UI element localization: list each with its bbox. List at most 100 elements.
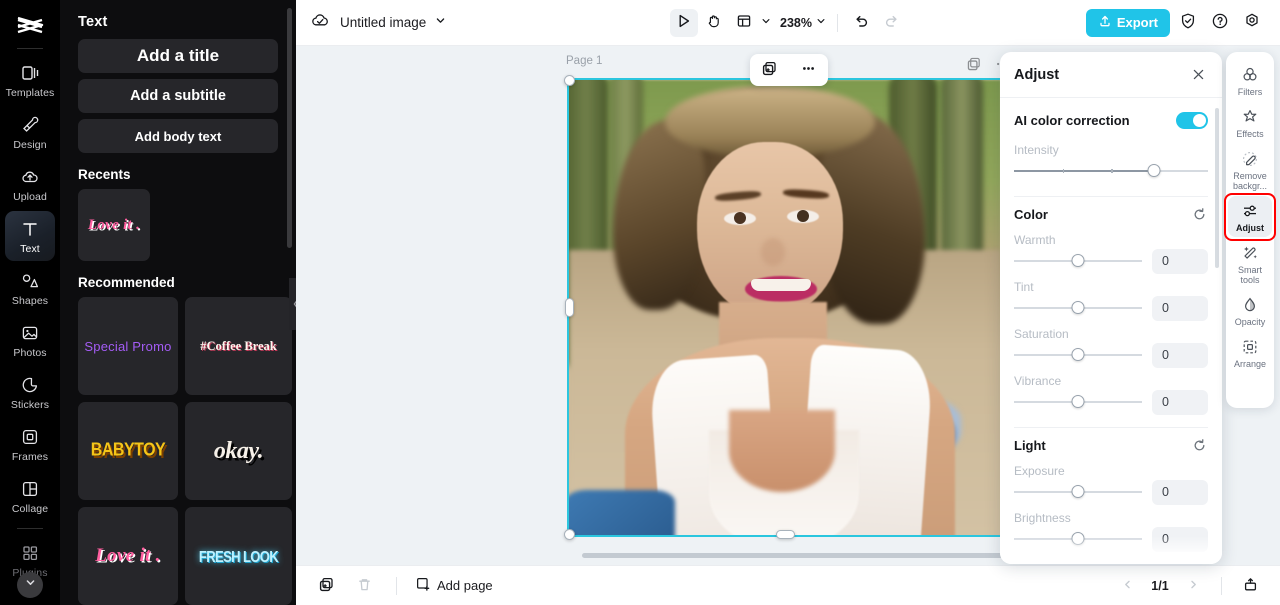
capcut-logo[interactable]: [10, 9, 50, 43]
next-page-button[interactable]: [1179, 572, 1207, 600]
rail-collapse-button[interactable]: [17, 572, 43, 598]
recommended-item[interactable]: Love it .: [78, 507, 178, 605]
chevron-down-icon[interactable]: [434, 14, 447, 32]
vibrance-value[interactable]: 0: [1152, 389, 1208, 415]
sidebar-item-design[interactable]: Design: [5, 107, 55, 157]
brightness-slider[interactable]: [1014, 532, 1142, 546]
exposure-slider[interactable]: [1014, 485, 1142, 499]
text-icon: [19, 218, 41, 240]
recent-text-item[interactable]: Love it .: [78, 189, 150, 261]
panel-collapse-handle[interactable]: [289, 278, 296, 330]
color-group-header: Color: [1014, 201, 1208, 227]
recommended-item[interactable]: okay.: [185, 402, 292, 500]
recommended-item[interactable]: FRESH LOOK: [185, 507, 292, 605]
add-title-button[interactable]: Add a title: [78, 39, 278, 73]
reset-icon[interactable]: [1190, 205, 1208, 223]
saturation-slider[interactable]: [1014, 348, 1142, 362]
shield-check-icon: [1179, 12, 1197, 33]
export-page-button[interactable]: [1236, 572, 1264, 600]
resize-handle-bottom[interactable]: [776, 530, 795, 539]
hand-icon: [706, 13, 722, 32]
add-subtitle-button[interactable]: Add a subtitle: [78, 79, 278, 113]
intensity-slider[interactable]: [1014, 164, 1208, 178]
export-button[interactable]: Export: [1085, 8, 1170, 37]
opacity-drop-icon: [1240, 295, 1260, 315]
brightness-label: Brightness: [1014, 511, 1071, 525]
sidebar-label: Design: [13, 139, 47, 151]
select-tool-button[interactable]: [670, 8, 699, 37]
shield-check-button[interactable]: [1174, 9, 1202, 37]
add-body-text-button[interactable]: Add body text: [78, 119, 278, 153]
artboard-image[interactable]: [567, 78, 1003, 537]
document-name[interactable]: Untitled image: [340, 15, 426, 30]
recommended-heading: Recommended: [78, 275, 175, 290]
zoom-control[interactable]: 238%: [780, 14, 827, 32]
sidebar-item-stickers[interactable]: Stickers: [5, 367, 55, 417]
more-options-button[interactable]: [797, 58, 821, 82]
warmth-slider-row: 0: [1014, 248, 1208, 274]
tool-label: Effects: [1236, 129, 1264, 139]
help-button[interactable]: [1206, 9, 1234, 37]
light-group-title: Light: [1014, 437, 1046, 453]
undo-button[interactable]: [848, 9, 876, 37]
saturation-value[interactable]: 0: [1152, 342, 1208, 368]
sidebar-item-frames[interactable]: Frames: [5, 419, 55, 469]
redo-button[interactable]: [878, 9, 906, 37]
tool-adjust[interactable]: Adjust: [1224, 193, 1276, 241]
tool-label: Adjust: [1236, 223, 1264, 233]
add-page-button[interactable]: Add page: [415, 576, 493, 595]
exposure-value[interactable]: 0: [1152, 479, 1208, 505]
tool-smart-tools[interactable]: Smart tools: [1228, 238, 1272, 289]
resize-handle-bottom-left[interactable]: [564, 529, 575, 540]
sidebar-item-templates[interactable]: Templates: [5, 55, 55, 105]
recommended-item[interactable]: Special Promo: [78, 297, 178, 395]
hand-tool-button[interactable]: [700, 9, 728, 37]
filters-icon: [1240, 65, 1260, 85]
brightness-slider-row: 0: [1014, 526, 1208, 552]
recent-item-label: Love it .: [87, 216, 141, 233]
layout-tool-button[interactable]: [730, 9, 758, 37]
duplicate-icon[interactable]: [966, 56, 982, 77]
close-icon[interactable]: [1188, 65, 1208, 85]
duplicate-object-button[interactable]: [758, 58, 782, 82]
resize-handle-left[interactable]: [565, 298, 574, 317]
warmth-slider[interactable]: [1014, 254, 1142, 268]
reset-icon[interactable]: [1190, 436, 1208, 454]
sidebar-item-collage[interactable]: Collage: [5, 471, 55, 521]
resize-handle-top-left[interactable]: [564, 75, 575, 86]
settings-button[interactable]: [1238, 9, 1266, 37]
sidebar-item-upload[interactable]: Upload: [5, 159, 55, 209]
more-options-icon: [800, 60, 817, 80]
vibrance-label: Vibrance: [1014, 374, 1062, 388]
sidebar-item-text[interactable]: Text: [5, 211, 55, 261]
warmth-value[interactable]: 0: [1152, 248, 1208, 274]
brightness-value[interactable]: 0: [1152, 526, 1208, 552]
layout-caret-icon[interactable]: [760, 14, 772, 32]
recommended-grid: Special Promo #Coffee Break BABYTOY okay…: [78, 297, 292, 605]
upload-box-icon: [1242, 576, 1259, 596]
sidebar-label: Photos: [13, 347, 47, 359]
intensity-label: Intensity: [1014, 143, 1059, 157]
delete-page-button[interactable]: [350, 572, 378, 600]
panel-scrollbar[interactable]: [287, 8, 292, 248]
tint-value[interactable]: 0: [1152, 295, 1208, 321]
ai-color-correction-toggle[interactable]: [1176, 111, 1208, 129]
adjust-panel-scrollbar[interactable]: [1215, 108, 1219, 268]
canvas-horizontal-scrollbar[interactable]: [582, 553, 1012, 558]
duplicate-page-button[interactable]: [312, 572, 340, 600]
recommended-item[interactable]: BABYTOY: [78, 402, 178, 500]
top-toolbar: Untitled image 238% Export: [296, 0, 1280, 46]
tool-opacity[interactable]: Opacity: [1228, 290, 1272, 331]
tool-effects[interactable]: Effects: [1228, 102, 1272, 143]
sidebar-item-shapes[interactable]: Shapes: [5, 263, 55, 313]
tool-remove-background[interactable]: Remove backgr...: [1228, 144, 1272, 195]
adjust-panel-body: AI color correction Intensity Color Warm…: [1000, 98, 1222, 564]
duplicate-icon: [761, 60, 778, 80]
sidebar-item-photos[interactable]: Photos: [5, 315, 55, 365]
tool-arrange[interactable]: Arrange: [1228, 332, 1272, 373]
tint-slider[interactable]: [1014, 301, 1142, 315]
recommended-item[interactable]: #Coffee Break: [185, 297, 292, 395]
prev-page-button[interactable]: [1113, 572, 1141, 600]
tool-filters[interactable]: Filters: [1228, 60, 1272, 101]
vibrance-slider[interactable]: [1014, 395, 1142, 409]
